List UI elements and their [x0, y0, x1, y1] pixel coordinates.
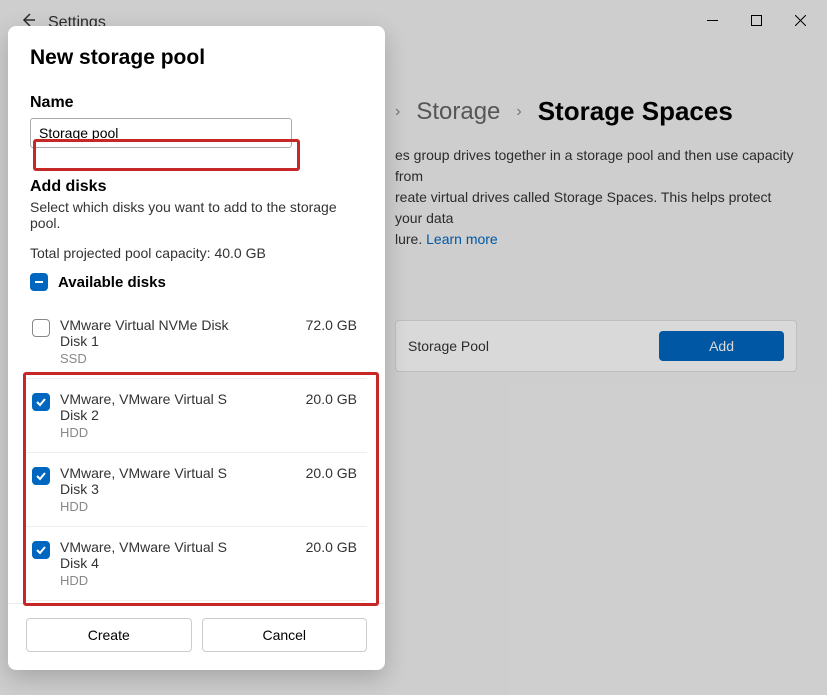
disk-type: SSD: [60, 351, 296, 366]
disk-item[interactable]: VMware, VMware Virtual SDisk 4 HDD 20.0 GB: [26, 527, 367, 601]
disk-checkbox[interactable]: [32, 541, 50, 559]
disk-info: VMware, VMware Virtual SDisk 2 HDD: [60, 391, 296, 440]
disk-item[interactable]: VMware Virtual NVMe DiskDisk 1 SSD 72.0 GB: [26, 305, 367, 379]
modal-title: New storage pool: [30, 46, 367, 70]
disk-size: 20.0 GB: [306, 539, 361, 555]
disk-checkbox[interactable]: [32, 467, 50, 485]
disk-id: Disk 3: [60, 481, 296, 497]
name-input[interactable]: [30, 118, 292, 148]
disk-info: VMware, VMware Virtual SDisk 4 HDD: [60, 539, 296, 588]
disk-type: HDD: [60, 573, 296, 588]
modal-footer: Create Cancel: [8, 603, 385, 670]
add-disks-sub: Select which disks you want to add to th…: [30, 199, 367, 231]
disk-size: 20.0 GB: [306, 465, 361, 481]
available-disks-checkbox[interactable]: [30, 273, 48, 291]
capacity-text: Total projected pool capacity: 40.0 GB: [30, 245, 367, 261]
disk-model: VMware, VMware Virtual S: [60, 465, 296, 481]
disk-type: HDD: [60, 425, 296, 440]
create-button[interactable]: Create: [26, 618, 192, 652]
disk-id: Disk 4: [60, 555, 296, 571]
disk-item[interactable]: VMware, VMware Virtual SDisk 3 HDD 20.0 GB: [26, 453, 367, 527]
disk-list: VMware Virtual NVMe DiskDisk 1 SSD 72.0 GB…: [26, 305, 367, 601]
disk-checkbox[interactable]: [32, 319, 50, 337]
disk-size: 20.0 GB: [306, 391, 361, 407]
disk-id: Disk 2: [60, 407, 296, 423]
disk-checkbox[interactable]: [32, 393, 50, 411]
disk-size: 72.0 GB: [306, 317, 361, 333]
disk-model: VMware, VMware Virtual S: [60, 391, 296, 407]
disk-id: Disk 1: [60, 333, 296, 349]
disk-info: VMware, VMware Virtual SDisk 3 HDD: [60, 465, 296, 514]
disk-item[interactable]: VMware, VMware Virtual SDisk 2 HDD 20.0 GB: [26, 379, 367, 453]
disk-model: VMware Virtual NVMe Disk: [60, 317, 296, 333]
add-disks-label: Add disks: [30, 178, 367, 196]
disk-model: VMware, VMware Virtual S: [60, 539, 296, 555]
disk-info: VMware Virtual NVMe DiskDisk 1 SSD: [60, 317, 296, 366]
disk-type: HDD: [60, 499, 296, 514]
cancel-button[interactable]: Cancel: [202, 618, 368, 652]
new-storage-pool-modal: New storage pool Name Add disks Select w…: [8, 26, 385, 670]
available-disks-label: Available disks: [58, 274, 166, 291]
name-label: Name: [30, 94, 367, 112]
